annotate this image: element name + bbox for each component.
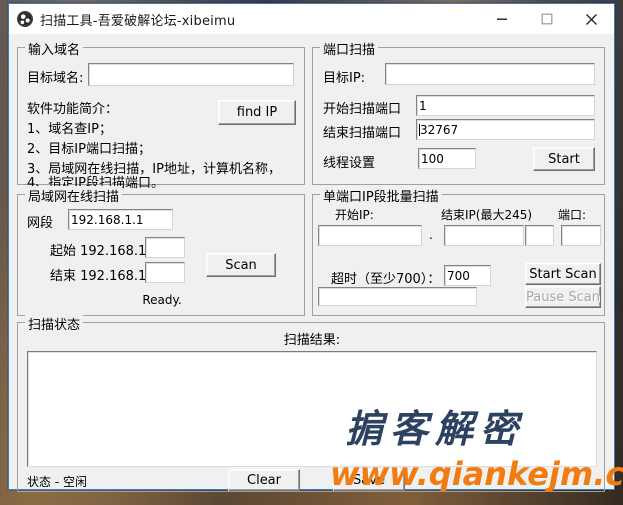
- batch-progress-field: [318, 287, 477, 306]
- batch-port-label: 端口:: [558, 208, 587, 222]
- intro-line-0: 软件功能简介：: [27, 102, 119, 117]
- target-domain-input[interactable]: [88, 63, 294, 86]
- batch-start-ip-label: 开始IP:: [335, 208, 374, 222]
- timeout-label: 超时（至少700）：: [331, 272, 441, 287]
- batch-end-ip-suffix-input[interactable]: [525, 225, 554, 246]
- range-end-label: 结束 192.168.1.: [50, 269, 151, 284]
- segment-input[interactable]: 192.168.1.1: [68, 209, 173, 230]
- domain-group-legend: 输入域名: [25, 39, 84, 58]
- target-ip-input[interactable]: [385, 63, 595, 85]
- end-port-input[interactable]: 32767: [416, 119, 595, 140]
- segment-label: 网段: [27, 216, 54, 231]
- port-start-button[interactable]: Start: [533, 147, 595, 171]
- minimize-button[interactable]: [479, 4, 524, 34]
- find-ip-button[interactable]: find IP: [218, 100, 296, 125]
- port-scan-legend: 端口扫描: [320, 39, 379, 58]
- start-port-label: 开始扫描端口: [323, 102, 402, 117]
- lan-scan-legend: 局域网在线扫描: [25, 186, 123, 205]
- domain-input-group: 输入域名 目标域名: 软件功能简介： 1、域名查IP； 2、目标IP端口扫描； …: [17, 39, 305, 191]
- timeout-input[interactable]: 700: [444, 265, 491, 286]
- close-icon: [586, 13, 597, 25]
- batch-start-scan-button[interactable]: Start Scan: [525, 263, 601, 285]
- maximize-button[interactable]: [524, 4, 569, 34]
- range-start-input[interactable]: [145, 237, 185, 258]
- target-domain-label: 目标域名:: [27, 71, 84, 86]
- intro-line-1: 1、域名查IP；: [27, 122, 112, 137]
- port-scan-group: 端口扫描 目标IP: 开始扫描端口 1 结束扫描端口 32767 线程设置 10…: [312, 39, 605, 185]
- lan-scan-group: 局域网在线扫描 网段 192.168.1.1 起始 192.168.1. 结束 …: [17, 186, 305, 316]
- batch-start-ip-input[interactable]: [318, 225, 422, 246]
- window-title: 扫描工具-吾爱破解论坛-xibeimu: [40, 13, 236, 29]
- lan-scan-status: Ready.: [142, 293, 182, 307]
- intro-line-2: 2、目标IP端口扫描；: [27, 142, 151, 157]
- batch-end-ip-label: 结束IP(最大245): [441, 208, 533, 222]
- range-end-input[interactable]: [145, 262, 185, 283]
- batch-end-ip-input[interactable]: [444, 225, 524, 246]
- thread-label: 线程设置: [323, 156, 376, 171]
- start-port-input[interactable]: 1: [416, 95, 595, 116]
- batch-ip-dot-separator: .: [429, 228, 433, 242]
- thread-input[interactable]: 100: [418, 148, 476, 169]
- title-bar[interactable]: 扫描工具-吾爱破解论坛-xibeimu: [9, 4, 614, 34]
- batch-scan-legend: 单端口IP段批量扫描: [320, 186, 442, 205]
- save-button[interactable]: Save: [333, 469, 405, 491]
- lan-scan-button[interactable]: Scan: [206, 253, 276, 277]
- batch-pause-scan-button[interactable]: Pause Scan: [525, 286, 601, 308]
- app-window: 扫描工具-吾爱破解论坛-xibeimu 输入域名 目标域名: 软件功能简介： 1…: [8, 3, 615, 492]
- batch-scan-group: 单端口IP段批量扫描 开始IP: 结束IP(最大245) 端口: . 超时（至少…: [312, 186, 605, 316]
- range-start-label: 起始 192.168.1.: [50, 244, 151, 259]
- close-button[interactable]: [569, 4, 614, 34]
- end-port-label: 结束扫描端口: [323, 126, 402, 141]
- window-controls: [479, 4, 614, 34]
- minimize-icon: [496, 18, 507, 20]
- batch-port-input[interactable]: [561, 225, 601, 246]
- clear-button[interactable]: Clear: [228, 469, 300, 491]
- client-area: 输入域名 目标域名: 软件功能简介： 1、域名查IP； 2、目标IP端口扫描； …: [9, 34, 614, 492]
- globe-icon: [17, 11, 33, 27]
- scan-status-group: 扫描状态 扫描结果: 状态 - 空闲 Clear Save: [17, 314, 605, 492]
- scan-results-label: 扫描结果:: [283, 333, 341, 348]
- target-ip-label: 目标IP:: [323, 71, 366, 86]
- status-text: 状态 - 空闲: [27, 475, 87, 489]
- maximize-icon: [541, 13, 552, 25]
- end-port-value: 32767: [420, 122, 459, 137]
- scan-results-textarea[interactable]: [27, 351, 597, 467]
